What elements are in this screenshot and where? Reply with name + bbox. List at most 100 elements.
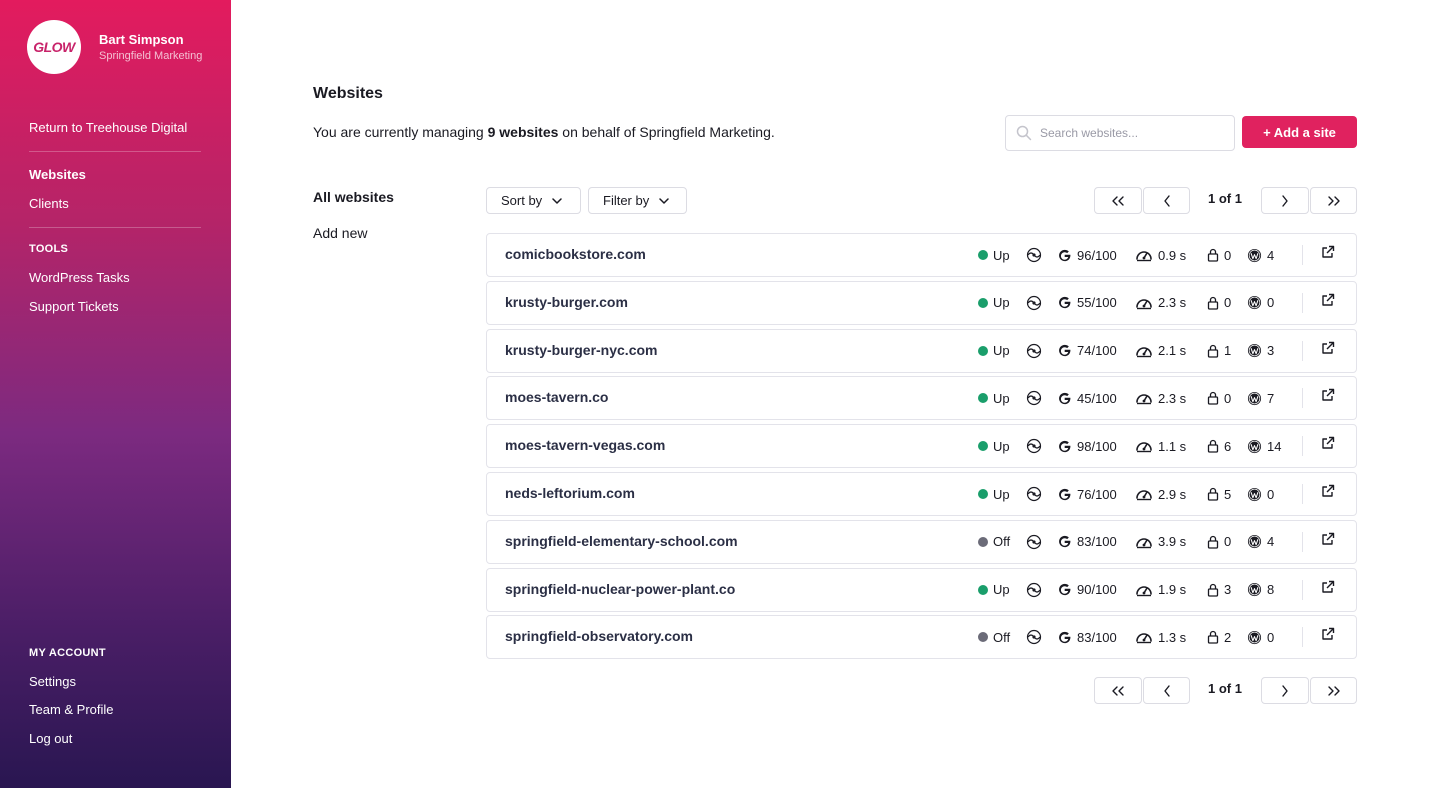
security-issues: 3 [1207,569,1231,611]
pagespeed-score: 74/100 [1057,330,1117,372]
load-time: 2.1 s [1135,330,1186,372]
website-domain[interactable]: springfield-nuclear-power-plant.co [505,581,735,597]
website-row[interactable]: moes-tavern-vegas.com Up 98/100 1.1 s 6 14 [486,424,1357,469]
pagespeed-score: 45/100 [1057,377,1117,419]
pagination-bottom: 1 of 1 [1094,677,1357,704]
prev-page-button[interactable] [1143,677,1190,704]
search-box[interactable] [1005,115,1235,151]
monitoring-icon[interactable] [1025,473,1048,515]
website-row[interactable]: springfield-observatory.com Off 83/100 1.3 … [486,615,1357,660]
external-link-icon[interactable] [1321,293,1335,312]
add-new-link[interactable]: Add new [313,225,367,241]
website-row[interactable]: neds-leftorium.com Up 76/100 2.9 s 50 [486,472,1357,516]
security-issues: 1 [1207,330,1231,372]
pagination-top: 1 of 1 [1094,187,1357,214]
sidebar-item-support-tickets[interactable]: Support Tickets [29,299,119,314]
account-heading: MY ACCOUNT [29,647,106,659]
load-time: 0.9 s [1135,234,1186,276]
wordpress-icon [1247,439,1267,454]
monitoring-icon[interactable] [1025,616,1048,658]
sidebar-item-wordpress-tasks[interactable]: WordPress Tasks [29,270,130,285]
status-dot [978,489,988,499]
external-link-icon[interactable] [1321,484,1335,503]
return-to-agency-link[interactable]: Return to Treehouse Digital [29,120,187,135]
external-link-icon[interactable] [1321,245,1335,264]
sidebar-item-websites[interactable]: Websites [29,167,86,182]
website-domain[interactable]: krusty-burger-nyc.com [505,342,657,358]
website-domain[interactable]: krusty-burger.com [505,294,628,310]
website-domain[interactable]: springfield-elementary-school.com [505,533,738,549]
profile[interactable]: GLOW Bart Simpson Springfield Marketing [27,20,202,74]
status-dot [978,250,988,260]
google-icon [1057,391,1077,406]
external-link-icon[interactable] [1321,627,1335,646]
website-row[interactable]: krusty-burger.com Up 55/100 2.3 s 00 [486,280,1357,325]
sidebar-divider [29,151,201,152]
website-row[interactable]: krusty-burger-nyc.com Up 74/100 2.1 s 13 [486,328,1357,373]
sidebar-item-settings[interactable]: Settings [29,674,76,689]
monitoring-icon[interactable] [1025,377,1048,419]
sidebar: GLOW Bart Simpson Springfield Marketing … [0,0,231,788]
user-name: Bart Simpson [99,32,184,47]
security-issues: 0 [1207,282,1231,324]
sidebar-item-team-profile[interactable]: Team & Profile [29,702,114,717]
sidebar-item-clients[interactable]: Clients [29,196,69,211]
next-page-button[interactable] [1261,187,1309,214]
row-divider [1302,579,1303,600]
website-domain[interactable]: springfield-observatory.com [505,628,693,644]
load-time: 1.1 s [1135,425,1186,467]
external-link-icon[interactable] [1321,341,1335,360]
monitoring-icon[interactable] [1025,521,1048,563]
website-row[interactable]: springfield-elementary-school.com Off 83/1… [486,519,1357,564]
website-domain[interactable]: comicbookstore.com [505,246,646,262]
pagespeed-score: 83/100 [1057,521,1117,563]
uptime-status: Up [978,377,1010,419]
monitoring-icon[interactable] [1025,282,1048,324]
website-domain[interactable]: moes-tavern-vegas.com [505,437,665,453]
row-divider [1302,531,1303,552]
next-page-button[interactable] [1261,677,1309,704]
website-domain[interactable]: moes-tavern.co [505,389,608,405]
monitoring-icon[interactable] [1025,425,1048,467]
sidebar-item-log-out[interactable]: Log out [29,731,72,746]
row-divider [1302,388,1303,409]
chevron-left-icon [1163,684,1170,697]
monitoring-icon[interactable] [1025,330,1048,372]
pagespeed-score: 55/100 [1057,282,1117,324]
uptime-status: Off [978,521,1010,563]
filter-dropdown[interactable]: Filter by [588,187,687,214]
website-domain[interactable]: neds-leftorium.com [505,485,635,501]
external-link-icon[interactable] [1321,388,1335,407]
uptime-status: Up [978,425,1010,467]
google-icon [1057,343,1077,358]
google-icon [1057,582,1077,597]
last-page-button[interactable] [1310,677,1357,704]
monitoring-icon[interactable] [1025,569,1048,611]
glow-logo: GLOW [27,20,81,74]
website-row[interactable]: comicbookstore.com Up 96/100 0.9 s 04 [486,233,1357,277]
wordpress-icon [1247,487,1267,502]
wordpress-icon [1247,534,1267,549]
search-input[interactable] [1040,126,1220,140]
monitoring-icon[interactable] [1025,234,1048,276]
sort-dropdown[interactable]: Sort by [486,187,581,214]
add-site-button[interactable]: + Add a site [1242,116,1357,148]
external-link-icon[interactable] [1321,532,1335,551]
row-divider [1302,484,1303,504]
pagespeed-score: 96/100 [1057,234,1117,276]
website-row[interactable]: springfield-nuclear-power-plant.co Up 90/1… [486,567,1357,612]
wordpress-icon [1247,391,1267,406]
row-divider [1302,627,1303,648]
prev-page-button[interactable] [1143,187,1190,214]
google-icon [1057,534,1077,549]
status-dot [978,441,988,452]
row-divider [1302,340,1303,361]
external-link-icon[interactable] [1321,580,1335,599]
last-page-button[interactable] [1310,187,1357,214]
website-row[interactable]: moes-tavern.co Up 45/100 2.3 s 07 [486,376,1357,421]
first-page-button[interactable] [1094,187,1142,214]
external-link-icon[interactable] [1321,436,1335,455]
all-websites-tab[interactable]: All websites [313,189,394,205]
security-issues: 2 [1207,616,1231,658]
first-page-button[interactable] [1094,677,1142,704]
